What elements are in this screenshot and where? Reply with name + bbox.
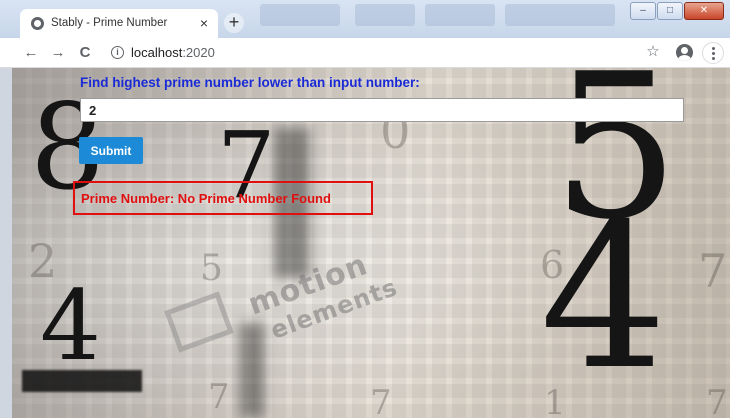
background-digit: 7 xyxy=(208,377,230,417)
watermark-logo-icon xyxy=(164,291,234,353)
result-text: Prime Number: No Prime Number Found xyxy=(81,191,331,206)
background-digit: 7 xyxy=(370,383,392,418)
submit-button[interactable]: Submit xyxy=(79,137,143,164)
globe-icon xyxy=(31,17,44,30)
bookmark-star-icon[interactable]: ☆ xyxy=(644,43,662,61)
url-host: localhost xyxy=(131,45,183,60)
watermark: motion elements xyxy=(244,240,402,349)
menu-icon[interactable] xyxy=(702,42,724,64)
background-digit: 7 xyxy=(698,244,728,298)
page-viewport: 8 7 0 5 4 2 5 6 7 4 7 7 1 7 motion eleme… xyxy=(12,68,730,418)
result-box: Prime Number: No Prime Number Found xyxy=(73,181,373,215)
maximize-button[interactable]: □ xyxy=(657,2,683,20)
url-port: :2020 xyxy=(182,45,215,60)
taskbar-blur xyxy=(425,4,495,26)
window-controls: – □ ✕ xyxy=(629,2,724,20)
background-digit: 6 xyxy=(540,243,565,287)
background-digit: 2 xyxy=(28,234,58,288)
site-info-icon[interactable]: i xyxy=(111,46,124,59)
browser-tab[interactable]: Stably - Prime Number × xyxy=(20,9,218,39)
address-bar[interactable]: localhost:2020 xyxy=(131,45,215,60)
number-input[interactable] xyxy=(80,98,684,122)
forward-button[interactable]: → xyxy=(48,43,68,63)
background-digit: 5 xyxy=(200,248,223,289)
back-button[interactable]: ← xyxy=(21,43,41,63)
reload-button[interactable]: C xyxy=(75,43,95,63)
taskbar-blur xyxy=(355,4,415,26)
page-heading: Find highest prime number lower than inp… xyxy=(80,75,420,90)
minimize-button[interactable]: – xyxy=(630,2,656,20)
browser-toolbar: ← → C i localhost:2020 ☆ xyxy=(0,38,730,68)
background-digit: 5 xyxy=(552,68,680,264)
taskbar-blur xyxy=(505,4,615,26)
account-icon[interactable] xyxy=(676,44,693,61)
background-digit: 4 xyxy=(40,270,102,382)
background-digit: 4 xyxy=(540,181,668,414)
close-window-button[interactable]: ✕ xyxy=(684,2,724,20)
browser-titlebar: Stably - Prime Number × + – □ ✕ xyxy=(0,0,730,39)
close-tab-icon[interactable]: × xyxy=(196,15,212,31)
new-tab-button[interactable]: + xyxy=(224,13,244,33)
taskbar-blur xyxy=(260,4,340,26)
background-bar xyxy=(22,370,142,392)
tab-title: Stably - Prime Number xyxy=(51,17,168,29)
background-digit: 1 xyxy=(544,383,566,418)
background-digit: 7 xyxy=(706,383,728,418)
